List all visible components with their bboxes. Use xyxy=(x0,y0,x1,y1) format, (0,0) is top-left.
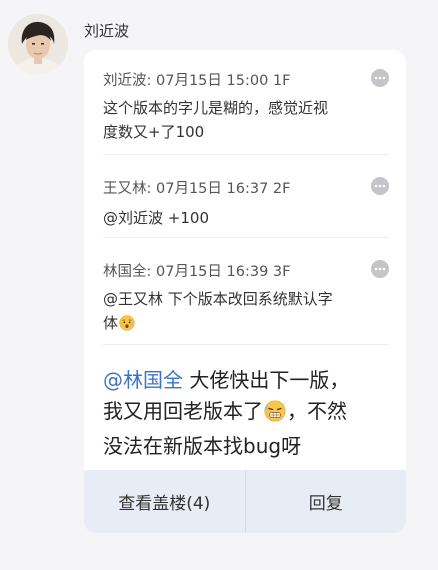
divider xyxy=(103,344,389,345)
quote-text-line: 度数又+了100 xyxy=(103,123,205,141)
divider xyxy=(103,154,389,155)
quoted-comment-2: 王又林: 07月15日 16:37 2F @刘近波 +100 xyxy=(103,177,389,230)
reply-content: @林国全 大佬快出下一版， 我又用回老版本了 ，不然 没法在新版本找bug呀 xyxy=(103,365,395,462)
reply-text-line: 大佬快出下一版， xyxy=(183,368,350,392)
action-bar: 查看盖楼(4) 回复 xyxy=(84,470,406,533)
more-dots-icon[interactable] xyxy=(371,69,389,87)
mention-link[interactable]: @王又林 xyxy=(103,290,163,308)
mention-link[interactable]: @林国全 xyxy=(103,368,183,392)
reply-button[interactable]: 回复 xyxy=(246,470,407,533)
quote-header: 林国全: 07月15日 16:39 3F xyxy=(103,264,291,280)
quote-header: 王又林: 07月15日 16:37 2F xyxy=(103,181,291,197)
divider xyxy=(103,237,389,238)
quote-body: 这个版本的字儿是糊的，感觉近视 度数又+了100 xyxy=(103,96,389,144)
reply-text-line: 我又用回老版本了 xyxy=(103,399,263,423)
author-name[interactable]: 刘近波 xyxy=(84,20,129,41)
quote-text-line: 这个版本的字儿是糊的，感觉近视 xyxy=(103,99,329,117)
grimacing-face-emoji xyxy=(264,400,286,431)
surprised-face-emoji xyxy=(119,314,135,338)
quote-text-line: +100 xyxy=(163,209,209,227)
reply-text-line: 没法在新版本找bug呀 xyxy=(103,434,302,458)
quote-text-line: 下个版本改回系统默认字 xyxy=(163,290,333,308)
reply-text-line: ，不然 xyxy=(287,399,347,423)
view-thread-button[interactable]: 查看盖楼(4) xyxy=(84,470,245,533)
quote-body: @刘近波 +100 xyxy=(103,206,389,230)
more-dots-icon[interactable] xyxy=(371,260,389,278)
quoted-comment-1: 刘近波: 07月15日 15:00 1F 这个版本的字儿是糊的，感觉近视 度数又… xyxy=(103,69,389,144)
comment-card: 刘近波: 07月15日 15:00 1F 这个版本的字儿是糊的，感觉近视 度数又… xyxy=(84,50,406,533)
quote-text-line: 体 xyxy=(103,314,119,332)
avatar[interactable] xyxy=(8,14,68,74)
quote-body: @王又林 下个版本改回系统默认字 体 xyxy=(103,287,389,338)
mention-link[interactable]: @刘近波 xyxy=(103,209,163,227)
comment-thread-screen: 刘近波 刘近波: 07月15日 15:00 1F 这个版本的字儿是糊的，感觉近视… xyxy=(0,0,438,570)
quote-header: 刘近波: 07月15日 15:00 1F xyxy=(103,73,291,89)
quoted-comment-3: 林国全: 07月15日 16:39 3F @王又林 下个版本改回系统默认字 体 xyxy=(103,260,389,338)
more-dots-icon[interactable] xyxy=(371,177,389,195)
